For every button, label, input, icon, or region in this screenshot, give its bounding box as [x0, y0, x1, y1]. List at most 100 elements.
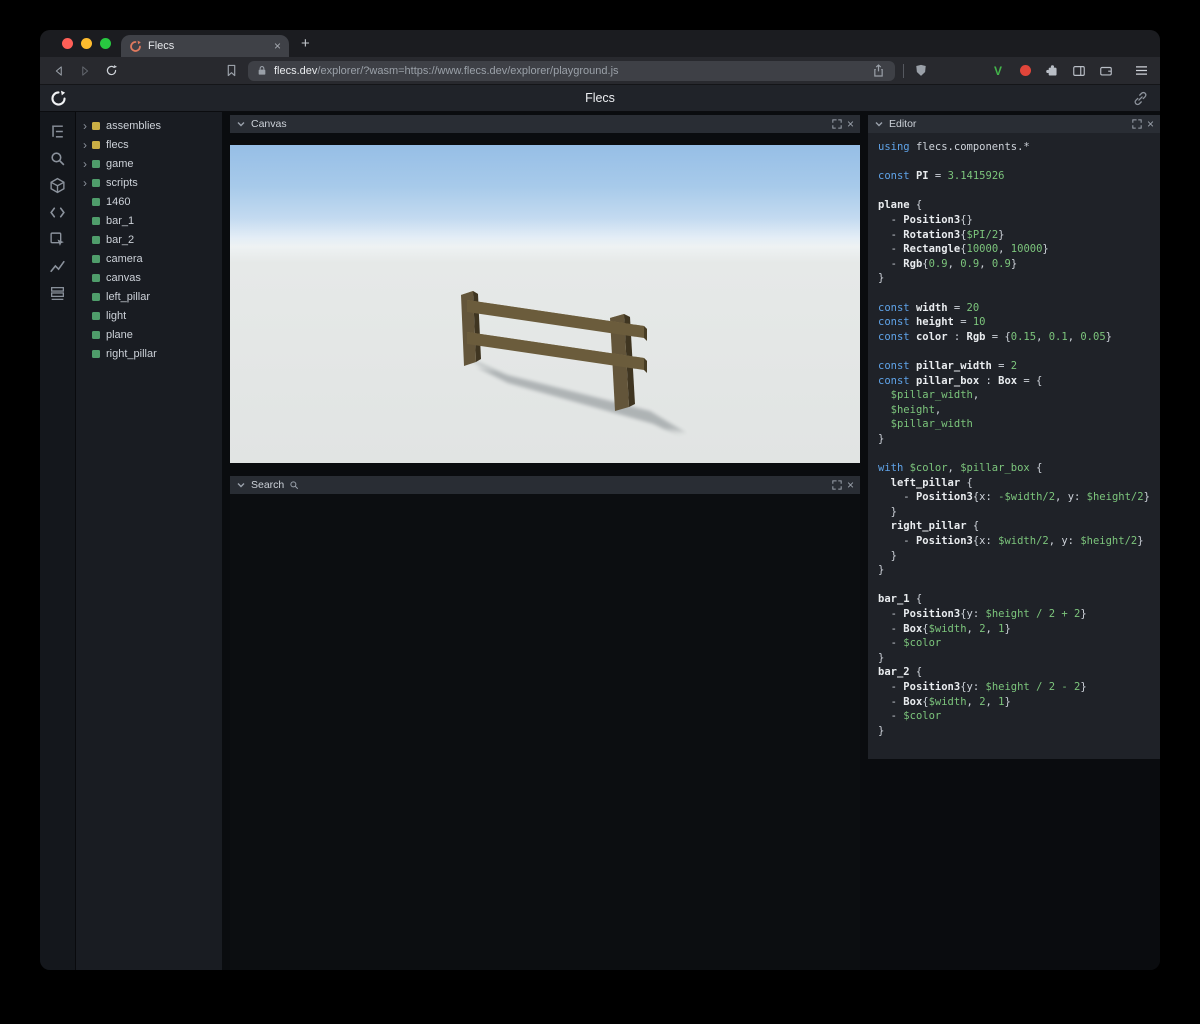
tree-item-plane[interactable]: plane	[76, 325, 222, 344]
code-icon[interactable]	[49, 204, 66, 221]
expand-icon[interactable]	[1132, 119, 1142, 129]
editor-panel-header[interactable]: Editor ×	[868, 115, 1160, 133]
expand-icon[interactable]	[832, 480, 842, 490]
tree-item-scripts[interactable]: › scripts	[76, 173, 222, 192]
tree-item-light[interactable]: light	[76, 306, 222, 325]
code-line[interactable]	[878, 344, 1160, 359]
code-line[interactable]: plane {	[878, 198, 1160, 213]
code-line[interactable]: - Rotation3{$PI/2}	[878, 228, 1160, 243]
expand-arrow-icon[interactable]: ›	[83, 177, 92, 189]
close-icon[interactable]: ×	[1147, 118, 1154, 130]
code-line[interactable]: const width = 20	[878, 301, 1160, 316]
tab-close-icon[interactable]: ×	[274, 40, 281, 52]
extensions-puzzle-icon[interactable]	[1044, 63, 1060, 79]
brave-shield-icon[interactable]	[912, 62, 930, 80]
code-line[interactable]: - Position3{x: -$width/2, y: $height/2}	[878, 490, 1160, 505]
code-line[interactable]: }	[878, 432, 1160, 447]
window-close-button[interactable]	[62, 38, 73, 49]
code-line[interactable]: $pillar_width,	[878, 388, 1160, 403]
chevron-down-icon[interactable]	[236, 119, 246, 129]
inspect-icon[interactable]	[49, 231, 66, 248]
code-line[interactable]	[878, 155, 1160, 170]
tree-item-assemblies[interactable]: › assemblies	[76, 116, 222, 135]
code-line[interactable]	[878, 578, 1160, 593]
tree-item-left_pillar[interactable]: left_pillar	[76, 287, 222, 306]
code-line[interactable]: - Box{$width, 2, 1}	[878, 695, 1160, 710]
code-line[interactable]: const pillar_box : Box = {	[878, 374, 1160, 389]
canvas-panel-header[interactable]: Canvas ×	[230, 115, 860, 133]
search-results-area[interactable]	[230, 494, 860, 970]
expand-arrow-icon[interactable]: ›	[83, 120, 92, 132]
code-line[interactable]	[878, 286, 1160, 301]
code-line[interactable]: - Rectangle{10000, 10000}	[878, 242, 1160, 257]
reload-button[interactable]	[102, 62, 120, 80]
code-line[interactable]: const PI = 3.1415926	[878, 169, 1160, 184]
browser-tab[interactable]: Flecs ×	[121, 35, 289, 57]
canvas-viewport[interactable]	[230, 145, 860, 463]
code-line[interactable]: - Position3{}	[878, 213, 1160, 228]
code-line[interactable]: - Box{$width, 2, 1}	[878, 622, 1160, 637]
close-icon[interactable]: ×	[847, 479, 854, 491]
share-icon[interactable]	[869, 62, 887, 80]
code-line[interactable]: }	[878, 724, 1160, 739]
code-line[interactable]: right_pillar {	[878, 519, 1160, 534]
code-line[interactable]: $height,	[878, 403, 1160, 418]
window-zoom-button[interactable]	[100, 38, 111, 49]
code-line[interactable]: - $color	[878, 636, 1160, 651]
tree-item-1460[interactable]: 1460	[76, 192, 222, 211]
wallet-icon[interactable]	[1098, 63, 1114, 79]
tree-item-flecs[interactable]: › flecs	[76, 135, 222, 154]
tree-icon[interactable]	[49, 123, 66, 140]
tables-icon[interactable]	[49, 285, 66, 302]
search-panel-header[interactable]: Search ×	[230, 476, 860, 494]
code-line[interactable]	[878, 446, 1160, 461]
tree-item-bar_2[interactable]: bar_2	[76, 230, 222, 249]
expand-icon[interactable]	[832, 119, 842, 129]
code-line[interactable]: }	[878, 563, 1160, 578]
code-line[interactable]: left_pillar {	[878, 476, 1160, 491]
code-line[interactable]: }	[878, 271, 1160, 286]
code-line[interactable]: - $color	[878, 709, 1160, 724]
stats-icon[interactable]	[49, 258, 66, 275]
code-line[interactable]: - Position3{y: $height / 2 + 2}	[878, 607, 1160, 622]
code-line[interactable]: bar_1 {	[878, 592, 1160, 607]
code-line[interactable]: }	[878, 651, 1160, 666]
menu-hamburger-icon[interactable]	[1132, 62, 1150, 80]
code-line[interactable]: const height = 10	[878, 315, 1160, 330]
expand-arrow-icon[interactable]: ›	[83, 158, 92, 170]
tree-item-game[interactable]: › game	[76, 154, 222, 173]
code-line[interactable]: with $color, $pillar_box {	[878, 461, 1160, 476]
code-line[interactable]: const pillar_width = 2	[878, 359, 1160, 374]
editor-code[interactable]: using flecs.components.* const PI = 3.14…	[868, 133, 1160, 759]
share-link-icon[interactable]	[1133, 91, 1148, 106]
tree-item-right_pillar[interactable]: right_pillar	[76, 344, 222, 363]
url-bar[interactable]: flecs.dev/explorer/?wasm=https://www.fle…	[248, 60, 895, 81]
expand-arrow-icon[interactable]: ›	[83, 139, 92, 151]
forward-button[interactable]	[76, 62, 94, 80]
back-button[interactable]	[50, 62, 68, 80]
code-line[interactable]: bar_2 {	[878, 665, 1160, 680]
code-line[interactable]: }	[878, 505, 1160, 520]
code-line[interactable]: - Position3{x: $width/2, y: $height/2}	[878, 534, 1160, 549]
code-line[interactable]: const color : Rgb = {0.15, 0.1, 0.05}	[878, 330, 1160, 345]
code-line[interactable]: }	[878, 549, 1160, 564]
code-line[interactable]: $pillar_width	[878, 417, 1160, 432]
close-icon[interactable]: ×	[847, 118, 854, 130]
tree-item-bar_1[interactable]: bar_1	[76, 211, 222, 230]
sidebar-toggle-icon[interactable]	[1071, 63, 1087, 79]
tree-item-camera[interactable]: camera	[76, 249, 222, 268]
code-line[interactable]: - Position3{y: $height / 2 - 2}	[878, 680, 1160, 695]
red-extension-icon[interactable]	[1017, 63, 1033, 79]
entities-icon[interactable]	[49, 177, 66, 194]
new-tab-button[interactable]: +	[301, 36, 310, 51]
search-icon[interactable]	[49, 150, 66, 167]
bookmark-icon[interactable]	[222, 62, 240, 80]
code-line[interactable]	[878, 184, 1160, 199]
tree-item-canvas[interactable]: canvas	[76, 268, 222, 287]
window-minimize-button[interactable]	[81, 38, 92, 49]
code-line[interactable]: using flecs.components.*	[878, 140, 1160, 155]
chevron-down-icon[interactable]	[874, 119, 884, 129]
vimium-extension-icon[interactable]: V	[990, 63, 1006, 79]
chevron-down-icon[interactable]	[236, 480, 246, 490]
code-line[interactable]: - Rgb{0.9, 0.9, 0.9}	[878, 257, 1160, 272]
